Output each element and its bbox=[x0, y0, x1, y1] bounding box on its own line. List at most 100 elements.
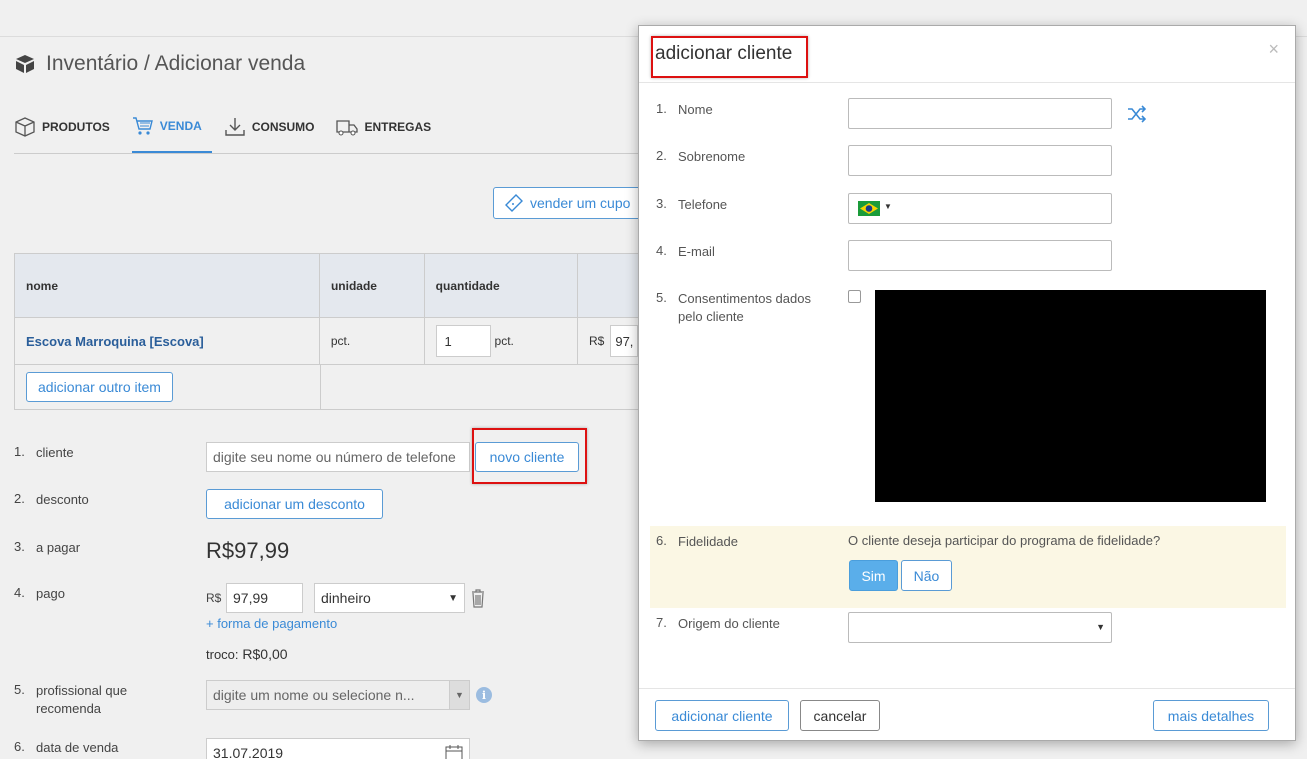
loyalty-yes-button[interactable]: Sim bbox=[849, 560, 898, 591]
change-value: R$0,00 bbox=[242, 646, 288, 662]
form-row-a-pagar: 3. a pagar bbox=[14, 539, 202, 557]
modal-header: adicionar cliente × bbox=[639, 26, 1295, 83]
field-label: Consentimentos dados pelo cliente bbox=[678, 291, 811, 324]
col-header-nome: nome bbox=[15, 254, 320, 317]
tab-label: ENTREGAS bbox=[364, 120, 432, 134]
caret-down-icon[interactable]: ▼ bbox=[884, 202, 892, 211]
highlight-modal-title bbox=[651, 36, 808, 78]
more-details-button[interactable]: mais detalhes bbox=[1153, 700, 1269, 731]
tab-label: PRODUTOS bbox=[42, 120, 110, 134]
row-number: 6. bbox=[14, 739, 25, 754]
add-payment-link[interactable]: + forma de pagamento bbox=[206, 616, 337, 631]
amount-due: R$97,99 bbox=[206, 538, 290, 563]
tab-label: VENDA bbox=[159, 118, 202, 133]
row-label: cliente bbox=[36, 445, 74, 460]
add-discount-button[interactable]: adicionar um desconto bbox=[206, 489, 383, 519]
paid-amount-input[interactable]: 97,99 bbox=[226, 583, 303, 613]
shuffle-icon[interactable] bbox=[1127, 105, 1147, 123]
page-title: Inventário / Adicionar venda bbox=[46, 52, 306, 75]
client-search-input[interactable]: digite seu nome ou número de telefone bbox=[206, 442, 470, 472]
tab-bar: PRODUTOS VENDA CONSUMO ENTREGAS bbox=[14, 112, 453, 154]
brazil-flag-icon[interactable] bbox=[858, 201, 880, 216]
field-number: 1. bbox=[656, 101, 667, 116]
chevron-down-icon: ▼ bbox=[1096, 622, 1105, 632]
row-number: 4. bbox=[14, 585, 25, 600]
client-origin-select[interactable]: ▼ bbox=[848, 612, 1112, 643]
phone-input[interactable]: ▼ bbox=[848, 193, 1112, 224]
row-number: 3. bbox=[14, 539, 25, 554]
loyalty-question: O cliente deseja participar do programa … bbox=[848, 533, 1161, 548]
payment-method-value: dinheiro bbox=[321, 590, 371, 606]
tabs-divider bbox=[14, 153, 654, 154]
table-header: nome unidade quantidade bbox=[15, 254, 653, 318]
row-number: 2. bbox=[14, 491, 25, 506]
sale-date-input[interactable]: 31.07.2019 bbox=[206, 738, 470, 759]
row-number: 1. bbox=[14, 444, 25, 459]
form-row-pago: 4. pago bbox=[14, 585, 202, 603]
professional-select[interactable]: digite um nome ou selecione n... ▼ bbox=[206, 680, 470, 710]
change-label: troco: bbox=[206, 647, 239, 662]
sell-coupon-button[interactable]: vender um cupo bbox=[493, 187, 653, 219]
quantity-input[interactable]: 1 bbox=[435, 325, 491, 357]
chevron-down-icon: ▼ bbox=[449, 681, 469, 709]
tab-consumo[interactable]: CONSUMO bbox=[224, 112, 325, 154]
first-name-input[interactable] bbox=[848, 98, 1112, 129]
table-row: Escova Marroquina [Escova] pct. 1 pct. R… bbox=[15, 318, 653, 365]
trash-icon[interactable] bbox=[471, 588, 485, 608]
sale-date-value: 31.07.2019 bbox=[213, 745, 284, 759]
field-label: E-mail bbox=[678, 244, 715, 259]
row-label: pago bbox=[36, 586, 65, 601]
form-row-data-venda: 6. data de venda bbox=[14, 739, 202, 757]
consent-content-redacted bbox=[875, 290, 1266, 502]
ticket-icon bbox=[505, 194, 523, 212]
tab-venda[interactable]: VENDA bbox=[131, 112, 212, 154]
tab-produtos[interactable]: PRODUTOS bbox=[14, 112, 120, 154]
row-label: desconto bbox=[36, 492, 89, 507]
close-icon[interactable]: × bbox=[1268, 39, 1279, 60]
quantity-unit: pct. bbox=[494, 334, 514, 348]
row-number: 5. bbox=[14, 682, 25, 697]
modal-footer: adicionar cliente cancelar mais detalhes bbox=[639, 688, 1295, 741]
field-label: Sobrenome bbox=[678, 149, 746, 164]
items-table: nome unidade quantidade Escova Marroquin… bbox=[14, 253, 654, 410]
paid-currency: R$ bbox=[206, 591, 222, 605]
col-header-quantidade: quantidade bbox=[425, 254, 579, 317]
tab-entregas[interactable]: ENTREGAS bbox=[336, 112, 441, 154]
quantity-cell: 1 pct. bbox=[425, 318, 578, 364]
field-number: 5. bbox=[656, 290, 667, 305]
chevron-down-icon: ▼ bbox=[448, 592, 458, 604]
add-item-button[interactable]: adicionar outro item bbox=[26, 372, 173, 402]
field-label: Telefone bbox=[678, 197, 728, 212]
add-client-modal: adicionar cliente × 1. Nome 2. Sobrenome… bbox=[638, 25, 1296, 741]
row-label: profissional que recomenda bbox=[36, 683, 128, 716]
form-row-cliente: 1. cliente bbox=[14, 444, 202, 462]
product-cell: Escova Marroquina [Escova] bbox=[15, 318, 320, 364]
field-label: Nome bbox=[678, 102, 713, 117]
truck-icon bbox=[336, 120, 359, 136]
payment-method-select[interactable]: dinheiro ▼ bbox=[314, 583, 465, 613]
product-link[interactable]: Escova Marroquina [Escova] bbox=[26, 334, 204, 349]
change-display: troco: R$0,00 bbox=[206, 646, 288, 662]
price-input[interactable]: 97, bbox=[610, 325, 638, 357]
last-name-input[interactable] bbox=[848, 145, 1112, 176]
form-row-profissional: 5. profissional que recomenda bbox=[14, 682, 156, 718]
email-input[interactable] bbox=[848, 240, 1112, 271]
download-icon bbox=[225, 118, 245, 136]
unit-cell: pct. bbox=[320, 318, 425, 364]
add-client-submit-button[interactable]: adicionar cliente bbox=[655, 700, 789, 731]
col-header-unidade: unidade bbox=[320, 254, 425, 317]
price-prefix: R$ bbox=[589, 334, 605, 348]
info-icon[interactable]: i bbox=[476, 687, 492, 703]
form-row-desconto: 2. desconto bbox=[14, 491, 202, 509]
cube-icon bbox=[15, 117, 35, 137]
cancel-button[interactable]: cancelar bbox=[800, 700, 880, 731]
add-item-cell: adicionar outro item bbox=[15, 365, 321, 409]
row-label: data de venda bbox=[36, 740, 119, 755]
loyalty-no-button[interactable]: Não bbox=[901, 560, 952, 591]
calendar-icon[interactable] bbox=[445, 744, 463, 759]
field-label: Fidelidade bbox=[678, 534, 738, 549]
consent-checkbox[interactable] bbox=[848, 290, 861, 303]
field-number: 4. bbox=[656, 243, 667, 258]
cart-icon bbox=[132, 116, 153, 135]
tab-label: CONSUMO bbox=[251, 120, 315, 134]
